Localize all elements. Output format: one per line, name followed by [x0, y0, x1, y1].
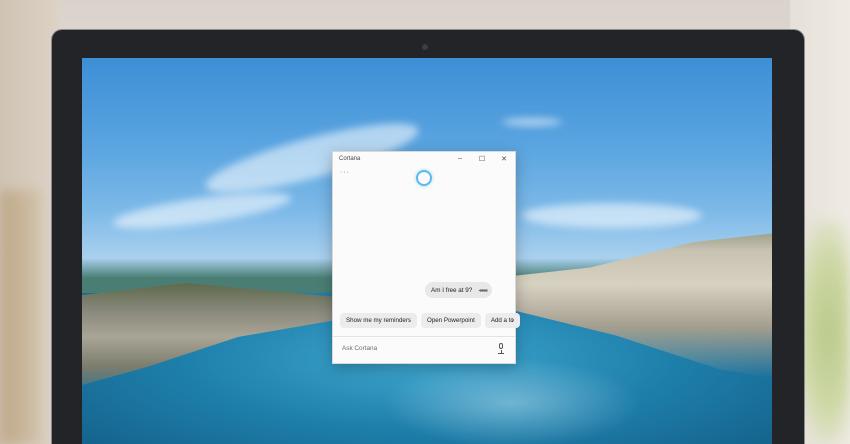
- window-title: Cortana: [339, 155, 361, 162]
- close-button[interactable]: ✕: [493, 152, 515, 165]
- webcam: [422, 44, 428, 50]
- suggestion-show-reminders[interactable]: Show me my reminders: [340, 313, 417, 328]
- suggestion-open-powerpoint[interactable]: Open Powerpoint: [421, 313, 481, 328]
- cortana-ring-icon: [416, 170, 432, 186]
- suggestion-add-todo[interactable]: Add a to: [484, 313, 520, 328]
- divider: [333, 336, 515, 337]
- cortana-window[interactable]: Cortana – ☐ ✕ ··· Am I free at 9? ◂◂◂◂ S…: [332, 151, 520, 364]
- user-query-text: Am I free at 9?: [431, 286, 473, 294]
- microphone-icon[interactable]: [497, 343, 505, 354]
- user-query-bubble: Am I free at 9? ◂◂◂◂: [425, 282, 493, 298]
- ask-cortana-input[interactable]: Ask Cortana: [342, 345, 377, 352]
- audio-wave-icon: ◂◂◂◂: [478, 287, 487, 294]
- suggestion-chips: Show me my reminders Open Powerpoint Add…: [340, 313, 520, 328]
- maximize-button[interactable]: ☐: [471, 152, 493, 165]
- chevron-right-icon[interactable]: ›: [511, 315, 514, 324]
- minimize-button[interactable]: –: [449, 152, 471, 165]
- background-prop: [0, 190, 40, 444]
- title-bar[interactable]: Cortana – ☐ ✕: [333, 152, 515, 165]
- more-options-button[interactable]: ···: [340, 169, 350, 176]
